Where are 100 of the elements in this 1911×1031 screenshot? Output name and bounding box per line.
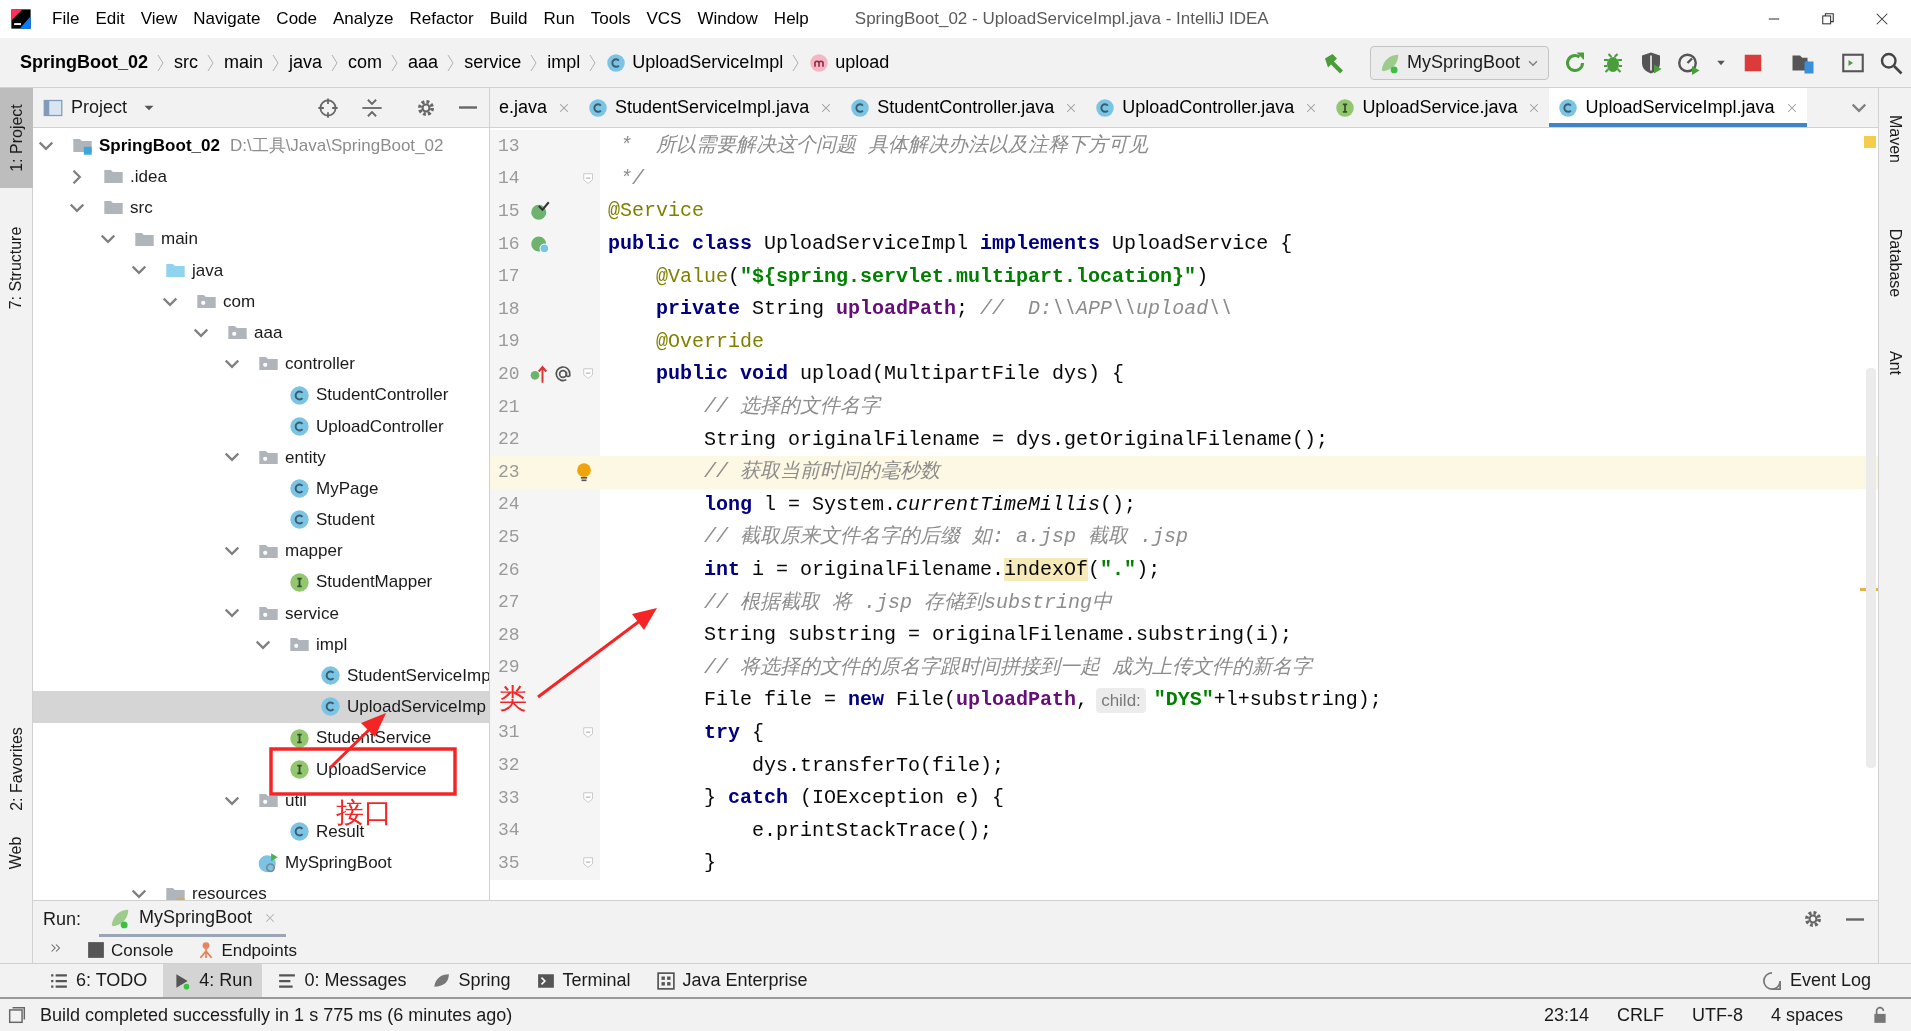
- menu-item[interactable]: View: [132, 6, 186, 32]
- run-configuration-dropdown[interactable]: MySpringBoot: [1369, 45, 1549, 80]
- class-icon: [1558, 97, 1579, 118]
- tool-window-button[interactable]: Terminal: [526, 964, 641, 997]
- collapse-all-icon: [361, 96, 383, 119]
- line-number: 22: [498, 428, 520, 452]
- line-number: 34: [498, 819, 520, 843]
- line-number: 18: [498, 297, 520, 321]
- tree-item[interactable]: StudentController: [33, 379, 453, 411]
- tree-item[interactable]: util: [33, 784, 311, 817]
- class-icon: [606, 52, 627, 73]
- tool-window-button[interactable]: Spring: [422, 964, 521, 997]
- lightbulb-icon: [574, 462, 594, 483]
- tool-window-tab[interactable]: Database: [1879, 208, 1911, 318]
- class-icon: [289, 384, 310, 406]
- tree-item[interactable]: MyPage: [33, 473, 383, 505]
- menu-item[interactable]: Code: [268, 6, 325, 32]
- menu-item[interactable]: Run: [535, 6, 583, 32]
- tree-item[interactable]: service: [33, 597, 343, 629]
- breadcrumb[interactable]: service: [464, 49, 522, 76]
- subtab[interactable]: Endpoints: [197, 937, 297, 959]
- close-icon: [820, 101, 833, 114]
- menu-item[interactable]: Refactor: [401, 6, 482, 32]
- menu-item[interactable]: Window: [689, 6, 766, 32]
- messages-icon: [278, 971, 297, 990]
- restore-icon: [1821, 12, 1835, 26]
- subtab[interactable]: Console: [87, 937, 174, 959]
- speech-bubble-icon: [1761, 970, 1782, 991]
- editor-tab[interactable]: e.java: [490, 88, 580, 127]
- breadcrumb[interactable]: com: [348, 49, 383, 76]
- breadcrumb[interactable]: src: [174, 49, 198, 76]
- breadcrumb[interactable]: aaa: [408, 49, 439, 76]
- breadcrumb[interactable]: java: [289, 49, 323, 76]
- tree-item[interactable]: main: [33, 223, 202, 255]
- tree-item[interactable]: java: [33, 254, 228, 286]
- breadcrumb[interactable]: impl: [547, 49, 581, 76]
- menu-item[interactable]: Tools: [582, 6, 639, 32]
- tree-item[interactable]: StudentServiceImp: [33, 660, 489, 692]
- tool-window-button[interactable]: Java Enterprise: [646, 964, 818, 997]
- tree-item[interactable]: controller: [33, 348, 359, 380]
- tool-window-tab[interactable]: 7: Structure: [0, 208, 33, 328]
- file-encoding[interactable]: UTF-8: [1691, 1001, 1743, 1029]
- tree-item[interactable]: SpringBoot_02 D:\工具\Java\SpringBoot_02: [33, 130, 448, 162]
- panel-title-dropdown[interactable]: Project: [41, 94, 158, 121]
- tool-window-tab[interactable]: Maven: [1879, 94, 1911, 184]
- code-line: @Value("${spring.servlet.multipart.location}"): [655, 263, 1209, 290]
- bean-icon: [530, 201, 550, 222]
- breadcrumb[interactable]: main: [224, 49, 264, 76]
- tree-item[interactable]: UploadServiceImp: [33, 691, 489, 723]
- close-icon: [1065, 101, 1078, 114]
- tree-item[interactable]: impl: [33, 629, 352, 661]
- tree-item[interactable]: UploadService: [33, 753, 431, 785]
- event-log-button[interactable]: Event Log: [1761, 964, 1871, 997]
- breadcrumb[interactable]: UploadServiceImpl: [606, 49, 784, 76]
- tree-item[interactable]: MySpringBoot: [33, 847, 396, 879]
- cursor-position[interactable]: 23:14: [1543, 1001, 1589, 1029]
- spring-class-icon: [258, 852, 279, 874]
- menu-item[interactable]: VCS: [638, 6, 690, 32]
- tree-item[interactable]: StudentMapper: [33, 566, 437, 598]
- line-number: 32: [498, 754, 520, 778]
- tree-item[interactable]: .idea: [33, 161, 171, 193]
- code-line: try {: [703, 720, 765, 746]
- editor-tab[interactable]: UploadController.java: [1086, 88, 1327, 127]
- breadcrumb[interactable]: SpringBoot_02: [20, 49, 148, 76]
- tool-window-button[interactable]: 6: TODO: [40, 964, 158, 997]
- menu-item[interactable]: Analyze: [325, 6, 402, 32]
- indent-setting[interactable]: 4 spaces: [1770, 1001, 1843, 1029]
- editor-tab[interactable]: UploadService.java: [1326, 88, 1550, 127]
- editor-tab[interactable]: StudentController.java: [841, 88, 1087, 127]
- menu-item[interactable]: File: [44, 6, 88, 32]
- search-icon: [1879, 50, 1903, 75]
- tool-window-tab[interactable]: 1: Project: [0, 88, 33, 188]
- tree-item[interactable]: mapper: [33, 535, 347, 567]
- tree-item[interactable]: entity: [33, 441, 330, 474]
- tree-item[interactable]: Student: [33, 504, 379, 536]
- line-number: 26: [498, 558, 520, 582]
- menu-item[interactable]: Build: [481, 6, 536, 32]
- shield-icon: [1639, 50, 1663, 75]
- tool-window-button[interactable]: 4: Run: [163, 964, 263, 997]
- tool-window-button[interactable]: 0: Messages: [268, 964, 417, 997]
- interface-icon: [289, 571, 310, 593]
- editor-tab[interactable]: StudentServiceImpl.java: [579, 88, 842, 127]
- tree-item[interactable]: aaa: [33, 317, 287, 349]
- tool-window-tab[interactable]: Ant: [1879, 333, 1911, 393]
- code-line: } catch (IOException e) {: [703, 785, 1005, 812]
- menu-item[interactable]: Edit: [87, 6, 133, 32]
- tree-item[interactable]: resources: [33, 878, 271, 900]
- run-tab[interactable]: MySpringBoot: [99, 901, 287, 937]
- line-number: 20: [498, 362, 520, 386]
- code-line: long l = System.currentTimeMillis();: [703, 491, 1137, 518]
- breadcrumb[interactable]: upload: [809, 49, 890, 76]
- annotation-marker-icon: [554, 365, 572, 384]
- menu-item[interactable]: Help: [765, 6, 817, 32]
- tree-item[interactable]: UploadController: [33, 410, 448, 442]
- line-separator[interactable]: CRLF: [1616, 1001, 1664, 1029]
- menu-item[interactable]: Navigate: [185, 6, 269, 32]
- tree-item[interactable]: src: [33, 192, 157, 224]
- tree-item[interactable]: com: [33, 285, 260, 318]
- line-number: 19: [498, 330, 520, 354]
- editor-tab[interactable]: UploadServiceImpl.java: [1549, 88, 1807, 127]
